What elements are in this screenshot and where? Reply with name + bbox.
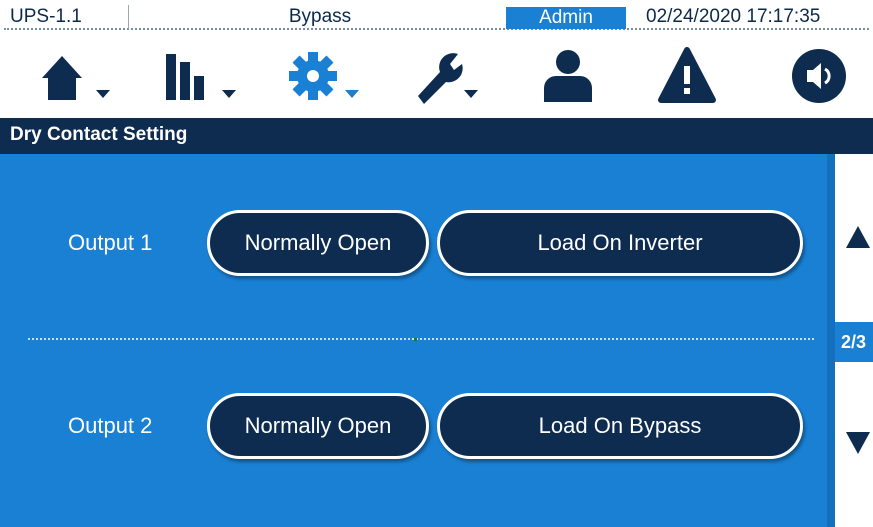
page-down-icon[interactable] bbox=[845, 430, 871, 456]
divider-marker bbox=[414, 338, 417, 341]
page-header: Dry Contact Setting bbox=[0, 118, 873, 154]
page-scroll-rail: 2/3 bbox=[835, 154, 873, 527]
settings-icon bbox=[289, 52, 359, 100]
user-badge[interactable]: Admin bbox=[506, 7, 626, 29]
nav-alarm[interactable] bbox=[645, 38, 735, 116]
output-2-label: Output 2 bbox=[68, 413, 153, 438]
page-title: Dry Contact Setting bbox=[10, 124, 188, 145]
measurement-icon bbox=[166, 54, 236, 100]
content-panel: Output 1 Normally Open Load On Inverter … bbox=[0, 154, 835, 527]
nav-settings[interactable] bbox=[285, 38, 375, 116]
status-separator bbox=[128, 5, 129, 29]
maintenance-icon bbox=[418, 53, 478, 104]
home-icon bbox=[42, 56, 110, 100]
output-2-mode-button[interactable]: Normally Open bbox=[207, 393, 429, 459]
row-divider bbox=[28, 338, 814, 340]
output-1-event-button[interactable]: Load On Inverter bbox=[437, 210, 803, 276]
device-name: UPS-1.1 bbox=[10, 6, 82, 27]
ups-mode: Bypass bbox=[288, 6, 352, 27]
status-bar: UPS-1.1 Bypass Admin 02/24/2020 17:17:35 bbox=[0, 0, 873, 34]
main-nav bbox=[0, 38, 873, 116]
content-shade bbox=[827, 154, 835, 527]
sound-icon bbox=[792, 49, 846, 103]
page-indicator: 2/3 bbox=[835, 322, 873, 362]
page-up-icon[interactable] bbox=[845, 224, 871, 250]
alarm-icon bbox=[658, 47, 716, 103]
nav-maintenance[interactable] bbox=[410, 38, 500, 116]
datetime: 02/24/2020 17:17:35 bbox=[646, 6, 821, 27]
nav-sound[interactable] bbox=[775, 38, 865, 116]
nav-user[interactable] bbox=[528, 38, 618, 116]
output-2-event-button[interactable]: Load On Bypass bbox=[437, 393, 803, 459]
nav-home[interactable] bbox=[38, 38, 128, 116]
nav-measurement[interactable] bbox=[158, 38, 248, 116]
status-bar-divider bbox=[4, 28, 869, 30]
user-icon bbox=[544, 50, 592, 102]
output-1-label: Output 1 bbox=[68, 230, 153, 255]
output-1-mode-button[interactable]: Normally Open bbox=[207, 210, 429, 276]
